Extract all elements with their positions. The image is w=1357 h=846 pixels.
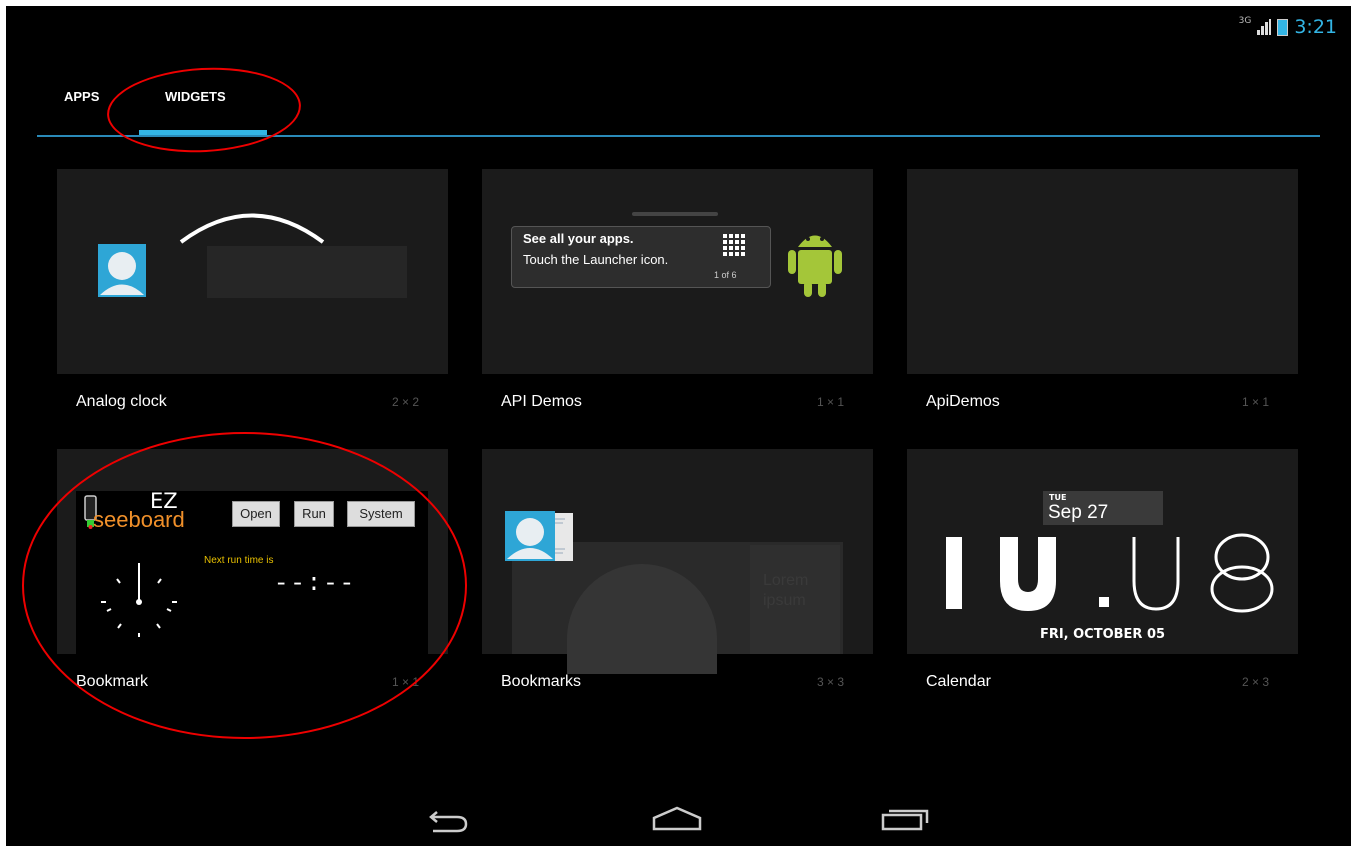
widget-name: Calendar (926, 673, 991, 690)
widget-name: Analog clock (76, 393, 167, 410)
hint-bubble: See all your apps. Touch the Launcher ic… (511, 226, 771, 288)
bookmarks-sample-text: Lorem ipsum (763, 572, 809, 609)
widget-size: 1 × 1 (1242, 395, 1270, 409)
widget-preview-bookmarks[interactable]: Lorem ipsum (482, 449, 873, 674)
hint-page: 1 of 6 (714, 270, 737, 280)
calendar-date: Sep 27 (1048, 502, 1109, 523)
widget-preview-apidemos[interactable] (907, 169, 1298, 374)
annotation-circle-bookmark (22, 432, 467, 739)
battery-icon (1277, 18, 1289, 36)
digital-clock-display (946, 533, 1274, 613)
calendar-full-date: FRI, OCTOBER 05 (1039, 627, 1166, 642)
analog-clock-preview (98, 213, 407, 298)
widget-size: 1 × 1 (817, 395, 845, 409)
widget-size: 3 × 3 (817, 675, 845, 689)
widget-preview-analog-clock[interactable] (57, 169, 448, 374)
recents-icon[interactable] (877, 803, 937, 833)
launcher-grid-icon (723, 234, 745, 256)
widget-size: 2 × 3 (1242, 675, 1270, 689)
widget-preview-calendar[interactable]: TUE Sep 27 FRI, OCTOBER 05 (907, 449, 1298, 654)
status-bar: 3G 3:21 (1239, 16, 1337, 38)
network-type: 3G (1238, 16, 1252, 26)
hint-title: See all your apps. (523, 231, 634, 246)
signal-icon (1257, 19, 1272, 35)
annotation-circle-widgets (104, 62, 304, 158)
clock-time: 3:21 (1294, 16, 1337, 38)
hint-text: Touch the Launcher icon. (523, 252, 669, 267)
contact-card-icon (505, 511, 573, 561)
calendar-day: TUE (1049, 493, 1067, 502)
widget-size: 2 × 2 (392, 395, 420, 409)
android-screen: 3G 3:21 APPS WIDGETS Analog clock 2 × 2 … (6, 6, 1351, 846)
home-icon[interactable] (647, 803, 707, 833)
widget-name: ApiDemos (926, 393, 1000, 410)
tab-apps[interactable]: APPS (64, 89, 99, 104)
drag-handle (632, 212, 718, 216)
widget-preview-api-demos[interactable]: See all your apps. Touch the Launcher ic… (482, 169, 873, 374)
widget-name: API Demos (501, 393, 582, 410)
android-robot-icon (788, 235, 842, 297)
back-icon[interactable] (423, 803, 473, 833)
widget-name: Bookmarks (501, 673, 582, 690)
